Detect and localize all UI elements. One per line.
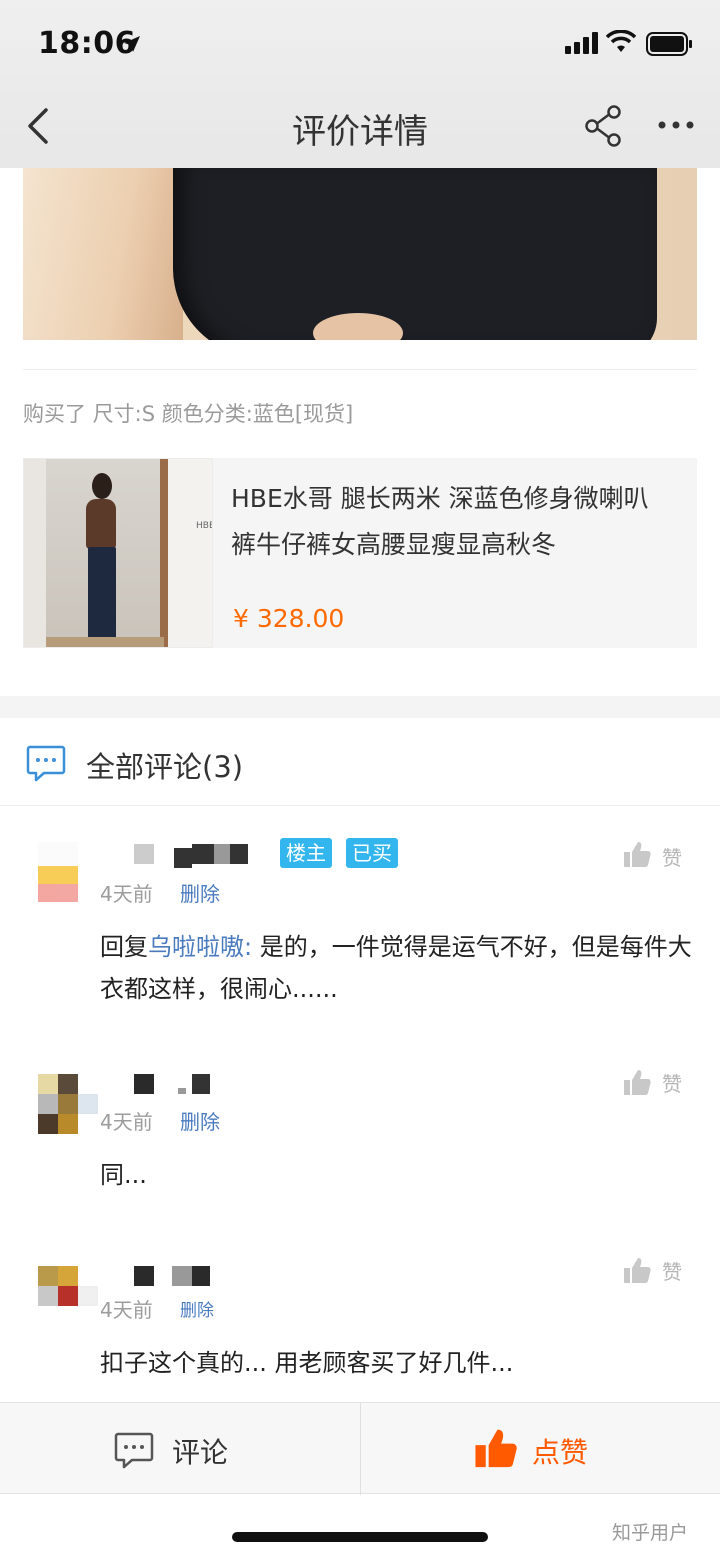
purchase-info: 购买了 尺寸:S 颜色分类:蓝色[现货] <box>23 402 354 426</box>
reply-prefix: 回复 <box>100 933 148 961</box>
like-label[interactable]: 赞 <box>662 842 682 871</box>
battery-icon <box>646 32 692 56</box>
badge-op: 楼主 <box>280 838 332 868</box>
review-photo[interactable] <box>23 168 697 340</box>
like-label[interactable]: 赞 <box>662 1256 682 1285</box>
photo-skin-area <box>23 168 183 340</box>
comment-text: 回复乌啦啦嗷: 是的，一件觉得是运气不好，但是每件大衣都这样，很闹心...... <box>100 926 700 1010</box>
product-image-model-jeans <box>88 547 116 639</box>
comment-time: 4天前 <box>100 1110 153 1134</box>
like-button[interactable]: 点赞 <box>532 1431 588 1471</box>
comment-time: 4天前 <box>100 882 153 906</box>
product-image-model-head <box>92 473 112 499</box>
divider <box>360 1403 361 1495</box>
comment-bubble-icon <box>26 745 66 782</box>
comment-button[interactable]: 评论 <box>172 1431 228 1471</box>
section-gap <box>0 696 720 718</box>
comment-item: 4天前 删除 赞 扣子这个真的... 用老顾客买了好几件... <box>0 1250 720 1400</box>
product-image-logo: HBE <box>196 521 213 531</box>
reply-separator: : <box>244 933 260 961</box>
comment-text: 同... <box>100 1161 147 1189</box>
delete-link[interactable]: 删除 <box>180 1106 220 1135</box>
product-image-model-top <box>86 499 116 549</box>
comment-item: 楼主 已买 4天前 删除 赞 回复乌啦啦嗷: 是的，一件觉得是运气不好，但是每件… <box>0 830 720 1030</box>
product-image-floor <box>46 637 164 647</box>
avatar[interactable] <box>38 1266 98 1316</box>
comment-icon[interactable] <box>114 1431 154 1469</box>
share-icon[interactable] <box>582 104 626 148</box>
thumbs-up-icon[interactable] <box>622 840 652 868</box>
photo-fabric <box>173 168 657 340</box>
nav-bar: 评价详情 <box>0 96 720 160</box>
top-bar: 18:06 评价详情 <box>0 0 720 168</box>
avatar[interactable] <box>38 1074 98 1134</box>
divider <box>23 369 697 370</box>
product-card[interactable]: HBE HBE水哥 腿长两米 深蓝色修身微喇叭裤牛仔裤女高腰显瘦显高秋冬 ¥ 3… <box>23 458 697 648</box>
avatar[interactable] <box>38 842 78 902</box>
thumbs-up-icon[interactable] <box>622 1256 652 1284</box>
thumbs-up-icon[interactable] <box>622 1068 652 1096</box>
status-bar: 18:06 <box>0 22 720 66</box>
comment-text: 扣子这个真的... 用老顾客买了好几件... <box>100 1349 514 1377</box>
product-image-panel <box>168 459 212 647</box>
product-price: ¥ 328.00 <box>233 604 345 633</box>
comments-header: 全部评论(3) <box>0 718 720 806</box>
more-icon[interactable] <box>656 110 696 140</box>
comment-time: 4天前 <box>100 1298 153 1322</box>
thumbs-up-icon[interactable] <box>474 1427 518 1469</box>
delete-link[interactable]: 删除 <box>180 1296 214 1321</box>
comments-title: 全部评论(3) <box>86 750 244 784</box>
cellular-signal-icon <box>565 32 598 54</box>
reply-mention[interactable]: 乌啦啦嗷 <box>148 933 244 961</box>
product-image: HBE <box>23 458 213 648</box>
product-title: HBE水哥 腿长两米 深蓝色修身微喇叭裤牛仔裤女高腰显瘦显高秋冬 <box>231 484 649 559</box>
like-label[interactable]: 赞 <box>662 1068 682 1097</box>
location-arrow-icon <box>124 36 140 52</box>
badge-purchased: 已买 <box>346 838 398 868</box>
watermark: 知乎用户 <box>612 1522 689 1544</box>
bottom-action-bar: 评论 点赞 <box>0 1402 720 1495</box>
wifi-icon <box>606 30 636 52</box>
comment-item: 4天前 删除 赞 同... <box>0 1060 720 1220</box>
home-indicator[interactable] <box>232 1532 488 1542</box>
product-image-frame <box>160 459 168 647</box>
delete-link[interactable]: 删除 <box>180 878 220 907</box>
